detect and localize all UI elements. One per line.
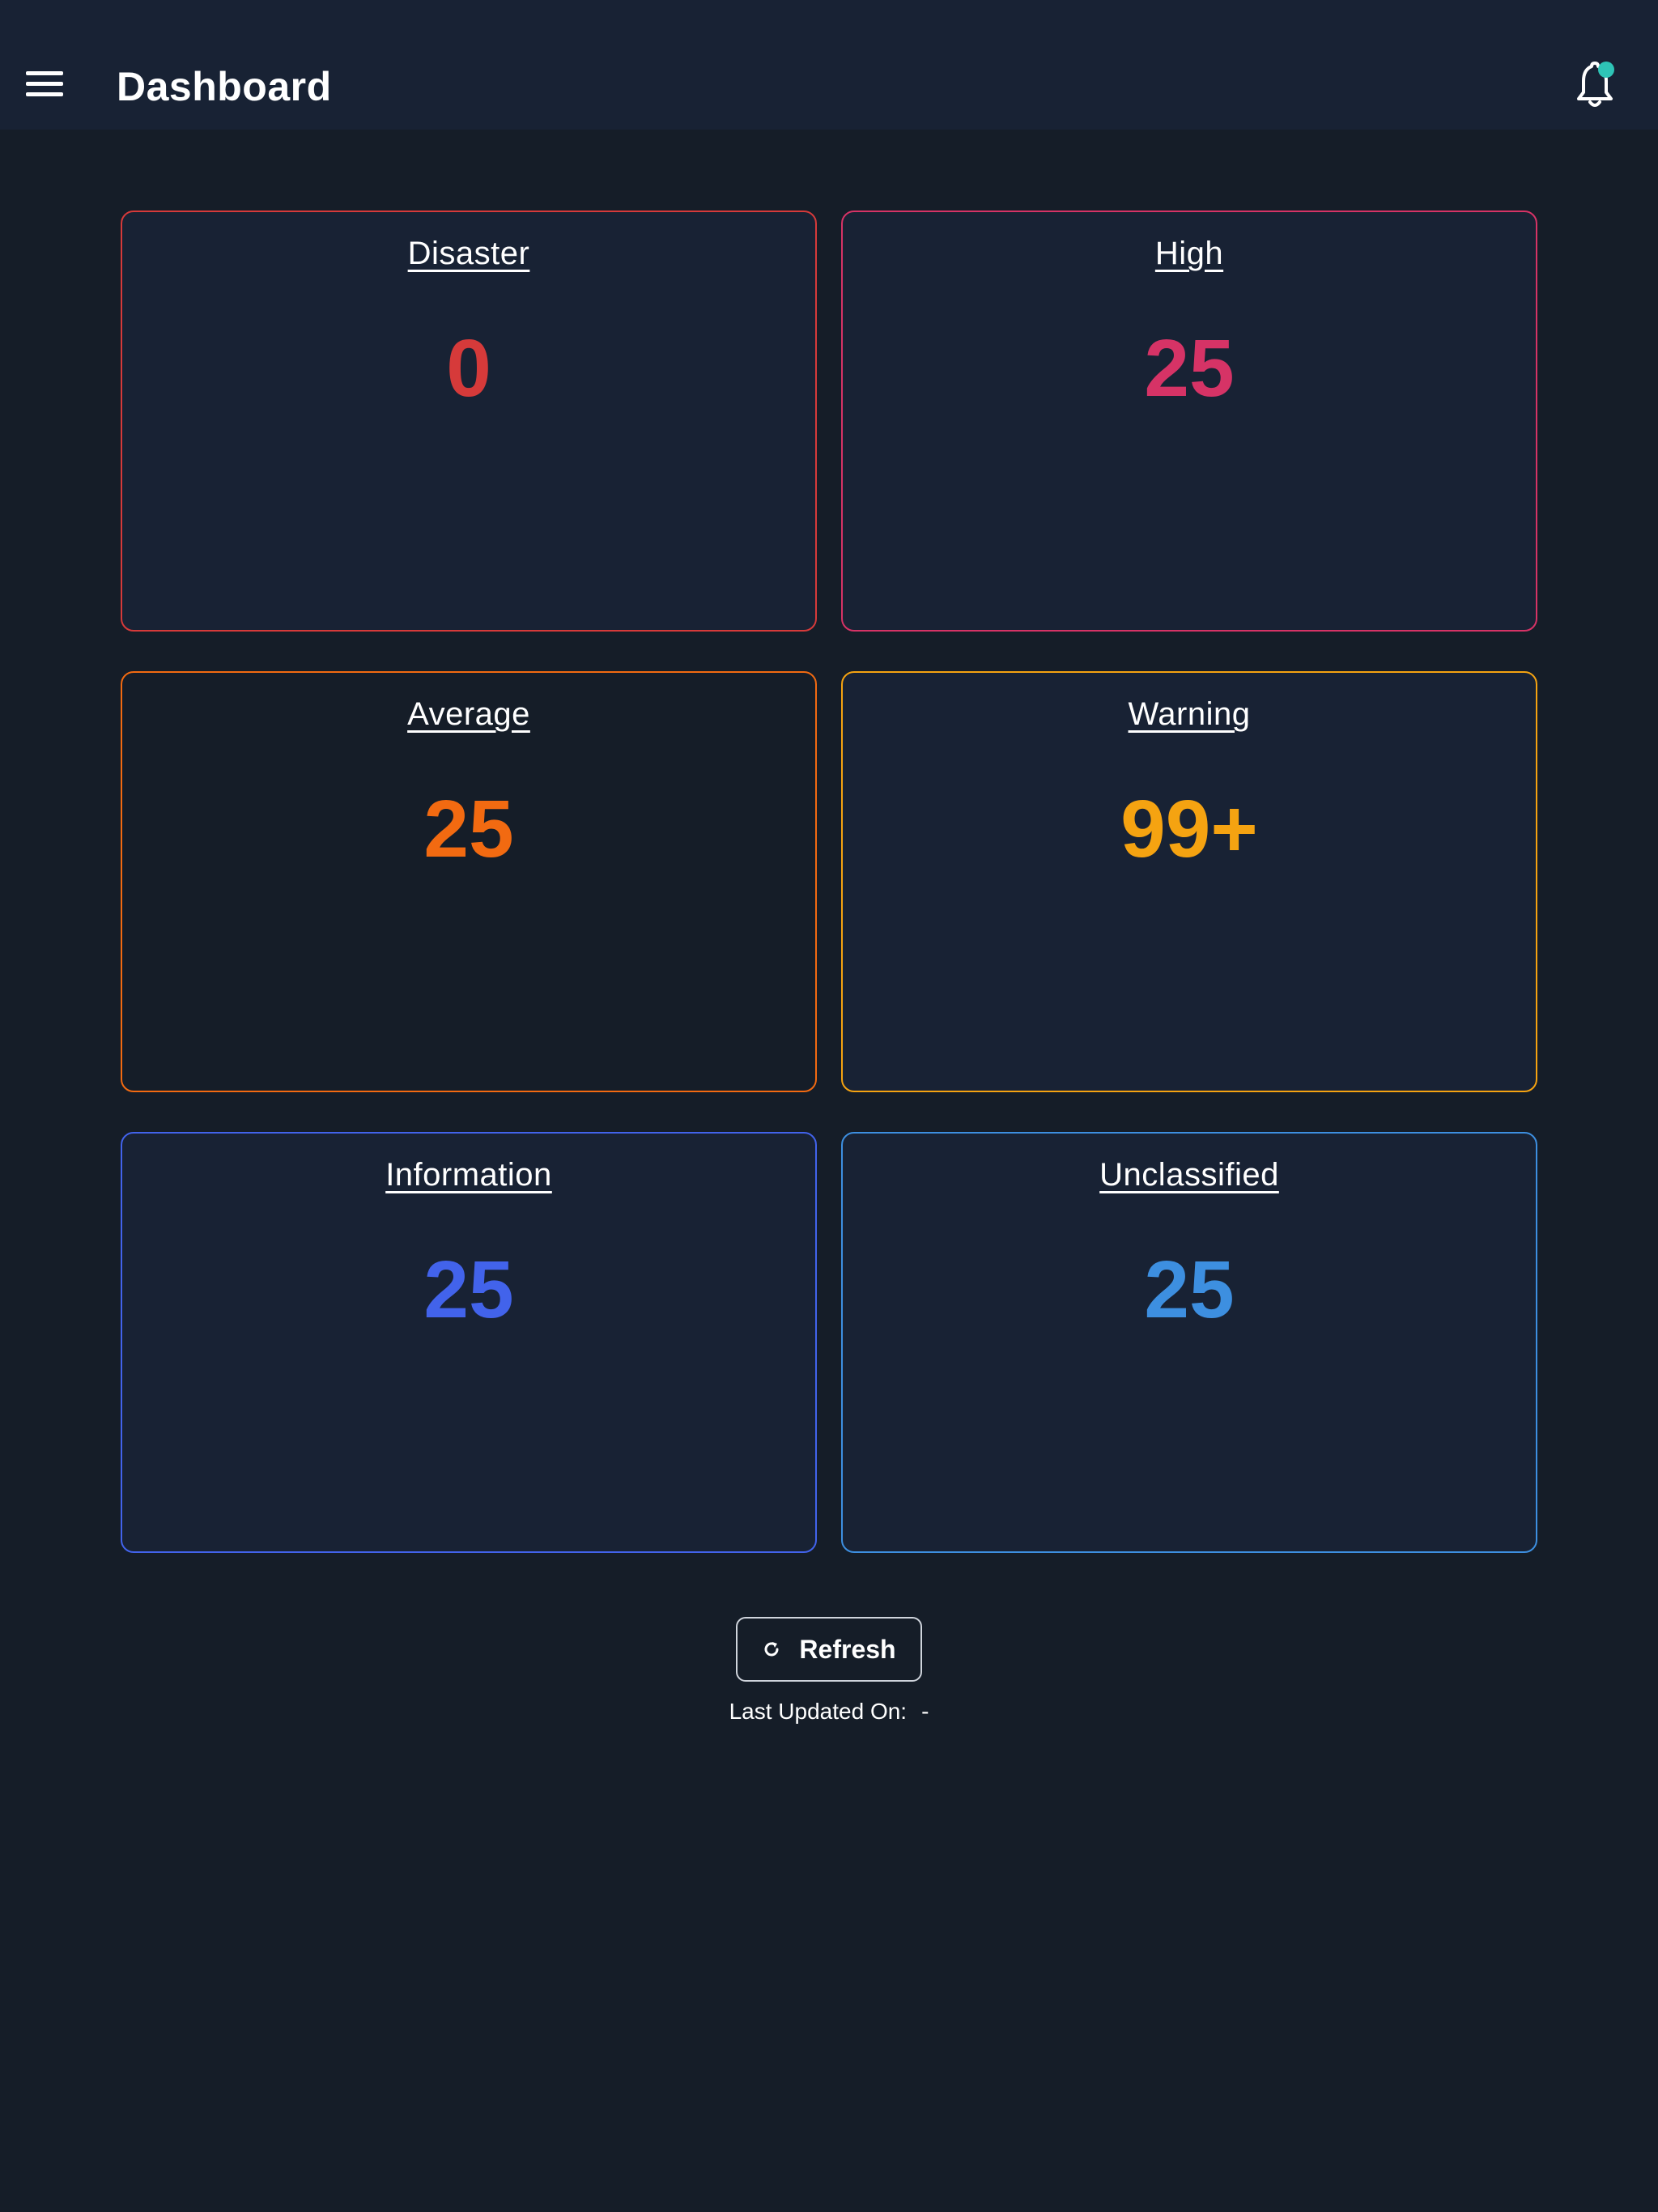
severity-card-high[interactable]: High 25 <box>841 211 1537 632</box>
severity-card-warning[interactable]: Warning 99+ <box>841 671 1537 1092</box>
bell-icon <box>1577 62 1614 107</box>
menu-line <box>26 92 63 96</box>
card-count: 25 <box>1144 323 1235 414</box>
card-title[interactable]: Average <box>122 691 815 738</box>
card-count: 25 <box>423 784 514 874</box>
top-app-bar: Dashboard <box>0 0 1658 130</box>
card-title[interactable]: Warning <box>843 691 1536 738</box>
page-title: Dashboard <box>117 64 332 109</box>
last-updated-status: Last Updated On: - <box>0 1695 1658 1728</box>
notification-button[interactable] <box>1574 58 1619 110</box>
last-updated-label: Last Updated On: <box>729 1699 908 1724</box>
severity-card-disaster[interactable]: Disaster 0 <box>121 211 817 632</box>
card-count: 99+ <box>1120 784 1258 874</box>
menu-line <box>26 82 63 86</box>
refresh-label: Refresh <box>799 1635 896 1664</box>
notification-dot <box>1598 62 1614 78</box>
card-title[interactable]: Unclassified <box>843 1151 1536 1198</box>
card-count: 0 <box>446 323 491 414</box>
menu-line <box>26 71 63 75</box>
severity-card-average[interactable]: Average 25 <box>121 671 817 1092</box>
severity-card-unclassified[interactable]: Unclassified 25 <box>841 1132 1537 1553</box>
last-updated-value: - <box>921 1699 929 1724</box>
card-count: 25 <box>1144 1244 1235 1335</box>
hamburger-menu-icon[interactable] <box>23 66 68 102</box>
card-title[interactable]: Information <box>122 1151 815 1198</box>
severity-card-information[interactable]: Information 25 <box>121 1132 817 1553</box>
card-count: 25 <box>423 1244 514 1335</box>
refresh-icon <box>762 1640 781 1659</box>
card-title[interactable]: High <box>843 230 1536 277</box>
card-title[interactable]: Disaster <box>122 230 815 277</box>
refresh-button[interactable]: Refresh <box>736 1617 922 1682</box>
